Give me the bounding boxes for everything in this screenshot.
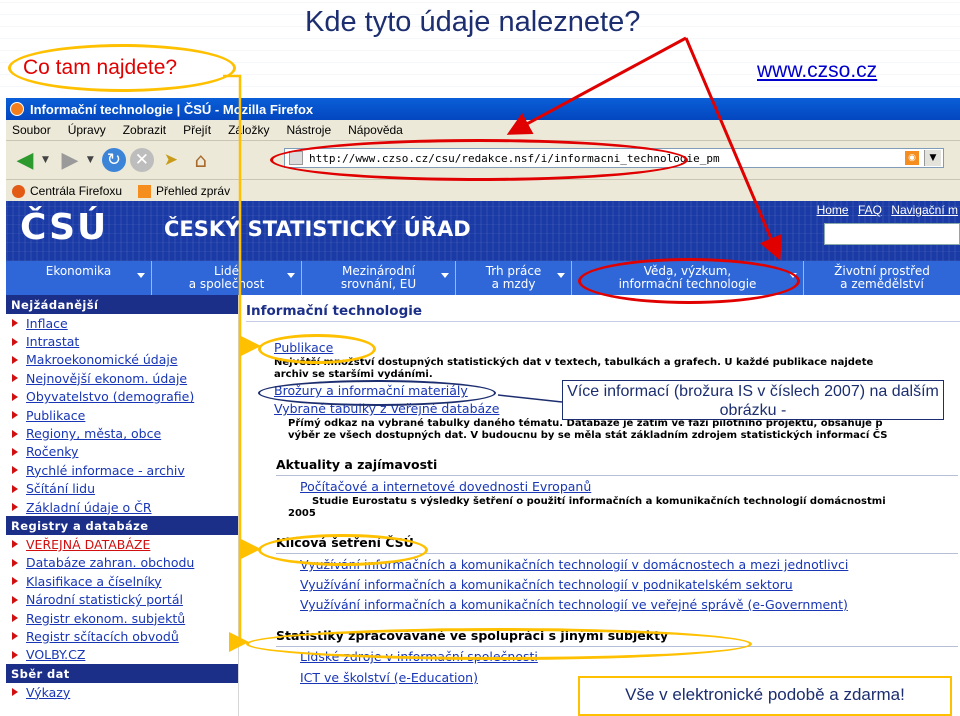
connector-to-brozury (497, 394, 563, 403)
callout-vse-zdarma: Vše v elektronické podobě a zdarma! (578, 676, 952, 716)
presentation-slide: Kde tyto údaje naleznete? Co tam najdete… (0, 0, 960, 716)
arrow-to-nav-tab (684, 37, 783, 261)
bracket-line (223, 74, 243, 644)
callout-vice-informaci: Více informací (brožura IS v číslech 200… (562, 380, 944, 420)
arrow-to-url (506, 36, 687, 135)
annotation-arrows (223, 36, 783, 652)
